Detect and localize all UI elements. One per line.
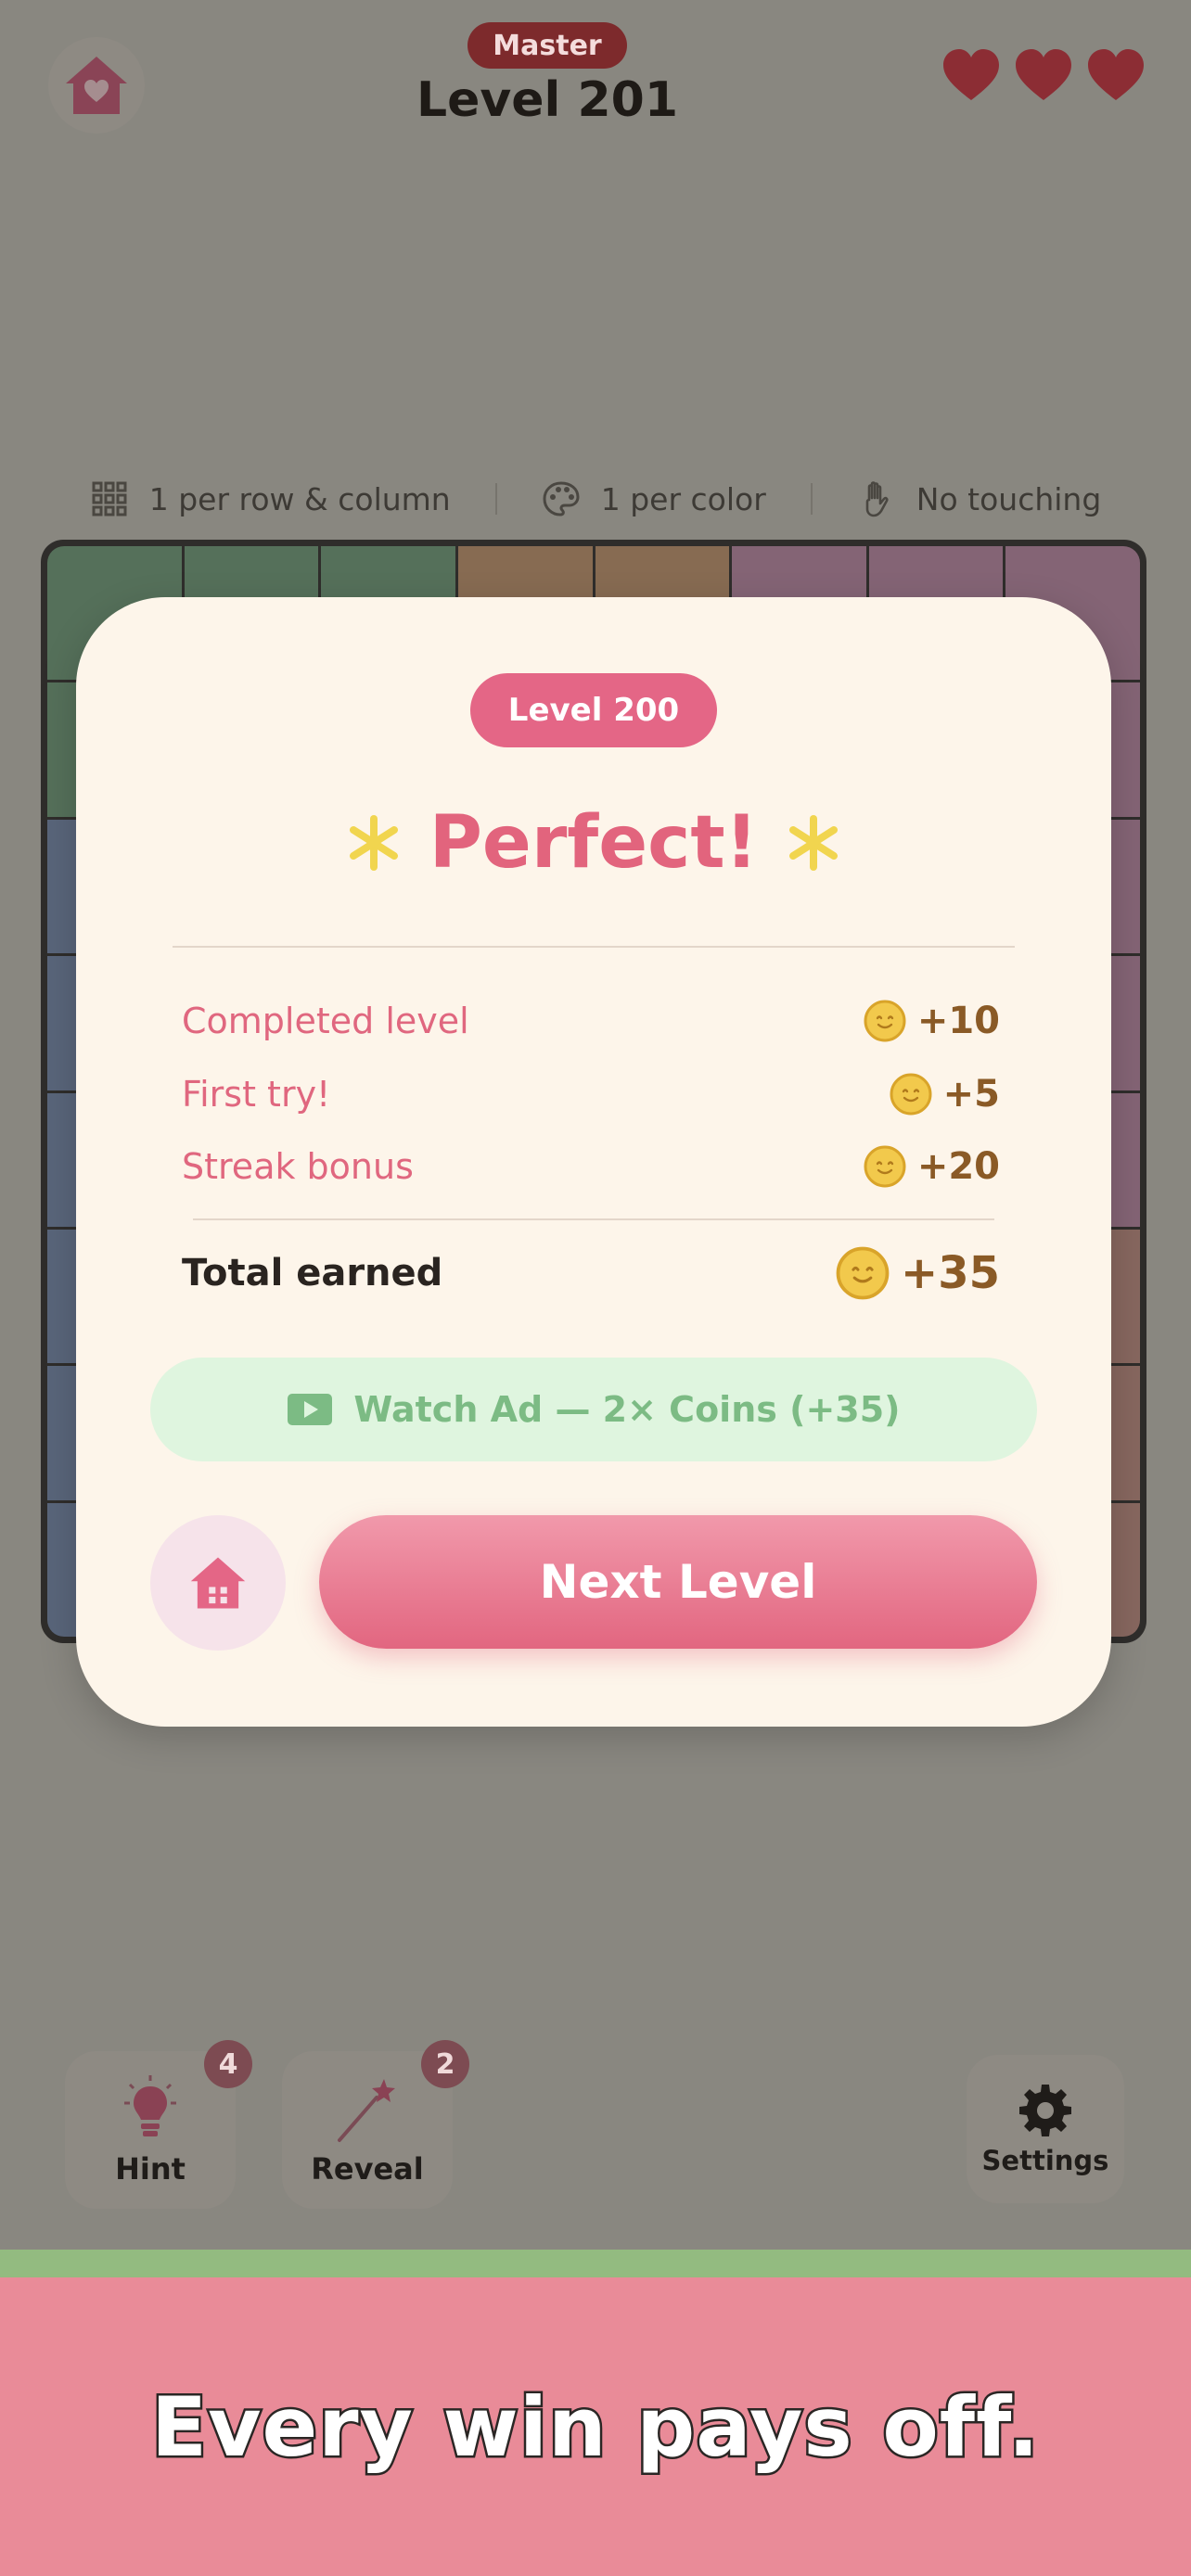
- reward-amount: +20: [916, 1145, 1000, 1188]
- rule-label: No touching: [916, 480, 1102, 517]
- home-button[interactable]: [48, 37, 145, 134]
- watch-ad-button[interactable]: Watch Ad — 2× Coins (+35): [150, 1358, 1037, 1461]
- settings-button[interactable]: Settings: [967, 2055, 1124, 2203]
- reward-label: Streak bonus: [182, 1146, 414, 1187]
- home-icon: [66, 57, 127, 114]
- reward-row: First try! +5: [182, 1073, 1000, 1116]
- reveal-label: Reveal: [311, 2151, 424, 2187]
- total-row: Total earned +35: [182, 1246, 1000, 1300]
- reward-label: First try!: [182, 1074, 331, 1115]
- sparkle-icon: [789, 815, 839, 871]
- next-level-button[interactable]: Next Level: [319, 1515, 1037, 1649]
- coin-icon: [890, 1073, 932, 1116]
- modal-title-row: Perfect!: [76, 801, 1111, 885]
- sparkle-icon: [349, 815, 398, 871]
- lightbulb-icon: [124, 2075, 176, 2136]
- reward-label: Completed level: [182, 1001, 469, 1041]
- hand-icon: [865, 481, 889, 517]
- rule-label: 1 per color: [600, 480, 766, 517]
- coin-icon: [836, 1246, 890, 1300]
- hint-count-badge: 4: [204, 2040, 252, 2088]
- modal-divider: [173, 946, 1015, 948]
- modal-home-button[interactable]: [150, 1515, 286, 1651]
- reward-amount: +5: [942, 1073, 1000, 1116]
- banner-accent-strip: [0, 2250, 1191, 2277]
- total-amount: +35: [900, 1247, 1000, 1299]
- palette-icon: [543, 481, 580, 516]
- level-complete-modal: Level 200 Perfect! Completed level +10 F…: [76, 597, 1111, 1727]
- reward-amount: +10: [916, 1000, 1000, 1042]
- coin-icon: [864, 1145, 906, 1188]
- gear-icon: [1019, 2085, 1071, 2136]
- difficulty-badge: Master: [467, 22, 627, 69]
- level-title: Level 201: [416, 72, 679, 128]
- heart-icon: [1016, 49, 1071, 100]
- grid-icon: [92, 481, 127, 516]
- rules-bar: 1 per row & column 1 per color No touchi…: [0, 471, 1191, 527]
- magic-wand-icon: [338, 2079, 395, 2142]
- promo-banner: Every win pays off.: [0, 2277, 1191, 2576]
- watch-ad-label: Watch Ad — 2× Coins (+35): [353, 1389, 901, 1430]
- rule-color: 1 per color: [497, 479, 811, 518]
- modal-title: Perfect!: [429, 801, 759, 885]
- coin-icon: [864, 1000, 906, 1042]
- rule-touching: No touching: [813, 479, 1146, 518]
- reveal-count-badge: 2: [421, 2040, 469, 2088]
- total-label: Total earned: [182, 1252, 443, 1294]
- rule-label: 1 per row & column: [148, 480, 451, 517]
- hint-label: Hint: [115, 2151, 186, 2187]
- heart-icon: [943, 49, 999, 100]
- heart-icon: [1088, 49, 1144, 100]
- home-icon: [190, 1557, 246, 1609]
- reward-row: Completed level +10: [182, 1000, 1000, 1042]
- settings-label: Settings: [981, 2145, 1109, 2176]
- rule-row-column: 1 per row & column: [45, 479, 495, 518]
- modal-divider: [193, 1218, 994, 1220]
- reward-row: Streak bonus +20: [182, 1145, 1000, 1188]
- video-play-icon: [288, 1394, 333, 1425]
- lives-hearts: [941, 46, 1146, 104]
- completed-level-badge: Level 200: [470, 673, 717, 747]
- promo-banner-text: Every win pays off.: [149, 2377, 1042, 2477]
